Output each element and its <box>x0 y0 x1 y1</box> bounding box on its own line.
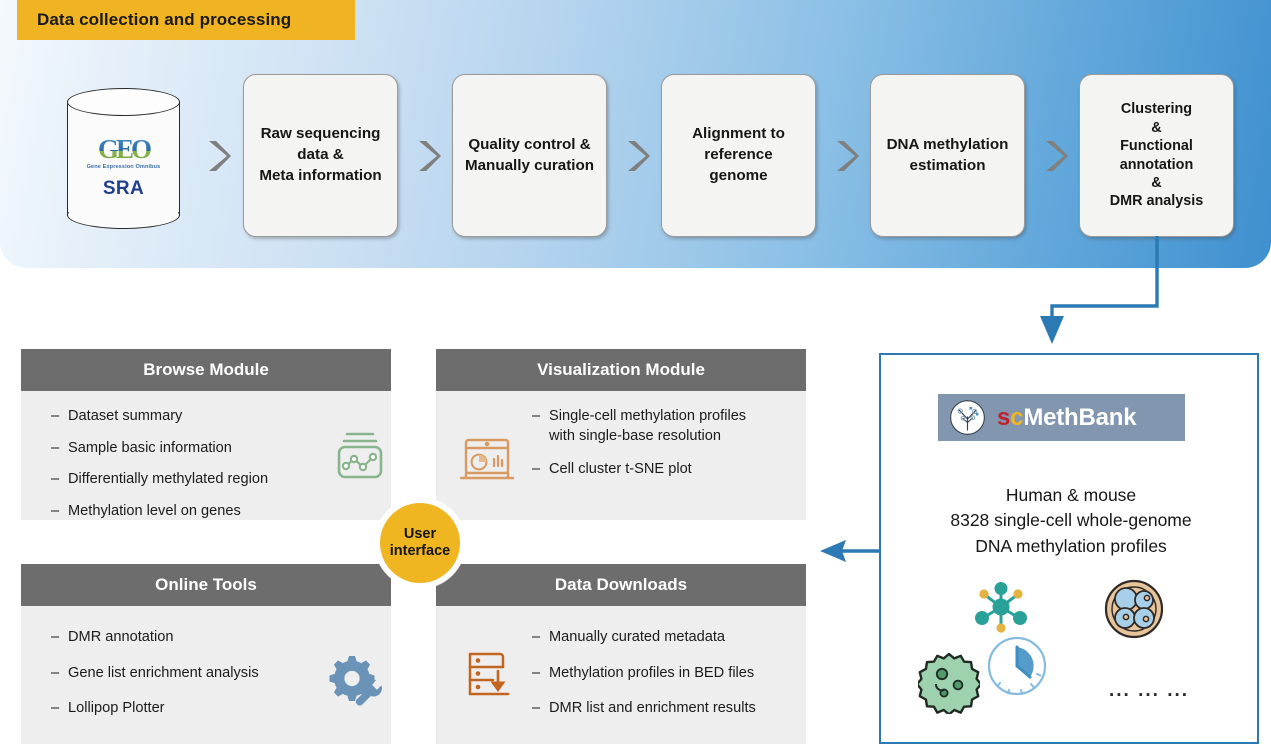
scmethbank-database-box[interactable]: scMethBank Human & mouse 8328 single-cel… <box>879 353 1259 744</box>
embryo-cells-icon <box>1104 579 1164 639</box>
user-interface-label: User interface <box>389 525 451 559</box>
list-item[interactable]: – Manually curated metadata <box>532 628 807 648</box>
line-chart-box-icon <box>332 430 388 487</box>
geo-subtitle: Gene Expression Omnibus <box>86 164 161 170</box>
source-database-cylinder: GEO Gene Expression Omnibus SRA <box>67 88 180 229</box>
panel-browse-module[interactable]: Browse Module – Dataset summary – Sample b… <box>21 349 391 520</box>
panel-online-tools[interactable]: Online Tools – DMR annotation – Gene list … <box>21 564 391 744</box>
bullet-dash: – <box>51 471 60 488</box>
panel-title-visualization: Visualization Module <box>436 349 806 391</box>
panel-title-data-downloads: Data Downloads <box>436 564 806 606</box>
data-collection-banner: Data collection and processing GEO Gene … <box>0 0 1271 268</box>
chevron-right-icon-4 <box>835 139 860 173</box>
bullet-dash: – <box>51 664 60 681</box>
scmethbank-logo[interactable]: scMethBank <box>938 394 1185 441</box>
bullet-dash: – <box>51 700 60 717</box>
list-item[interactable]: – Differentially methylated region <box>51 470 351 490</box>
bullet-dash: – <box>532 408 541 424</box>
stage-box-quality-control: Quality control & Manually curation <box>452 74 607 237</box>
list-item[interactable]: – Methylation level on genes <box>51 502 351 522</box>
panel-visualization-module[interactable]: Visualization Module – Single-cell methy… <box>436 349 806 520</box>
list-item[interactable]: – Dataset summary <box>51 407 351 427</box>
chevron-right-icon-5 <box>1044 139 1069 173</box>
bullet-dash: – <box>532 700 541 717</box>
sra-label: SRA <box>102 178 145 199</box>
list-item[interactable]: – Sample basic information <box>51 439 351 459</box>
user-interface-hub[interactable]: User interface <box>375 498 465 588</box>
list-download-icon <box>460 644 518 709</box>
stage-box-alignment: Alignment to reference genome <box>661 74 816 237</box>
logo-c: c <box>1010 403 1024 431</box>
bullet-dash: – <box>532 461 541 478</box>
list-item[interactable]: – DMR list and enrichment results <box>532 699 807 719</box>
chevron-right-icon-2 <box>417 139 442 173</box>
bullet-dash: – <box>532 629 541 645</box>
bullet-dash: – <box>51 408 60 424</box>
monitor-charts-icon <box>458 433 516 492</box>
panel-title-online-tools: Online Tools <box>21 564 391 606</box>
visualization-items-list: – Single-cell methylation profiles with s… <box>532 407 792 492</box>
panel-data-downloads[interactable]: Data Downloads – Manually curated metada… <box>436 564 806 744</box>
chevron-right-icon-3 <box>626 139 651 173</box>
bullet-dash: – <box>51 503 60 520</box>
chevron-right-icon-1 <box>207 139 232 173</box>
cylinder-top-ellipse <box>67 88 180 116</box>
online-tools-items-list: – DMR annotation – Gene list enrichment an… <box>51 628 331 731</box>
database-description: Human & mouse 8328 single-cell whole-gen… <box>950 485 1192 556</box>
geo-wordmark: GEO <box>67 136 180 163</box>
virus-cell-icon <box>918 652 980 714</box>
list-item[interactable]: – DMR annotation <box>51 628 331 648</box>
scmethbank-wordmark: scMethBank <box>997 403 1137 432</box>
list-item[interactable]: – Lollipop Plotter <box>51 699 331 719</box>
stage-box-methylation-estimation: DNA methylation estimation <box>870 74 1025 237</box>
flow-connector-down-arrow <box>1030 236 1210 346</box>
bullet-dash: – <box>532 664 541 681</box>
stage-box-raw-sequencing: Raw sequencing data & Meta information <box>243 74 398 237</box>
list-item[interactable]: – Cell cluster t-SNE plot <box>532 460 792 480</box>
clock-icon <box>987 636 1047 696</box>
panel-title-browse: Browse Module <box>21 349 391 391</box>
bullet-dash: – <box>51 439 60 456</box>
list-item[interactable]: – Single-cell methylation profiles with s… <box>532 407 792 446</box>
figure-canvas: Data collection and processing GEO Gene … <box>0 0 1271 747</box>
gear-wrench-icon <box>324 652 386 713</box>
tree-circle-icon <box>950 400 985 435</box>
data-downloads-items-list: – Manually curated metadata – Methylation … <box>532 628 807 731</box>
browse-items-list: – Dataset summary – Sample basic informati… <box>51 407 351 534</box>
ellipsis-more-icon: ... ... ... <box>1109 680 1190 701</box>
database-content-icons: ... ... ... <box>881 570 1261 735</box>
logo-s: s <box>997 403 1011 431</box>
list-item[interactable]: – Gene list enrichment analysis <box>51 664 331 684</box>
stage-box-clustering-annotation: Clustering & Functional annotation & DMR… <box>1079 74 1234 237</box>
bullet-dash: – <box>51 629 60 645</box>
list-item[interactable]: – Methylation profiles in BED files <box>532 664 807 684</box>
database-to-modules-arrow <box>818 538 882 564</box>
geo-logo: GEO Gene Expression Omnibus SRA <box>67 136 180 200</box>
logo-name: MethBank <box>1023 403 1137 431</box>
banner-title: Data collection and processing <box>17 0 355 40</box>
